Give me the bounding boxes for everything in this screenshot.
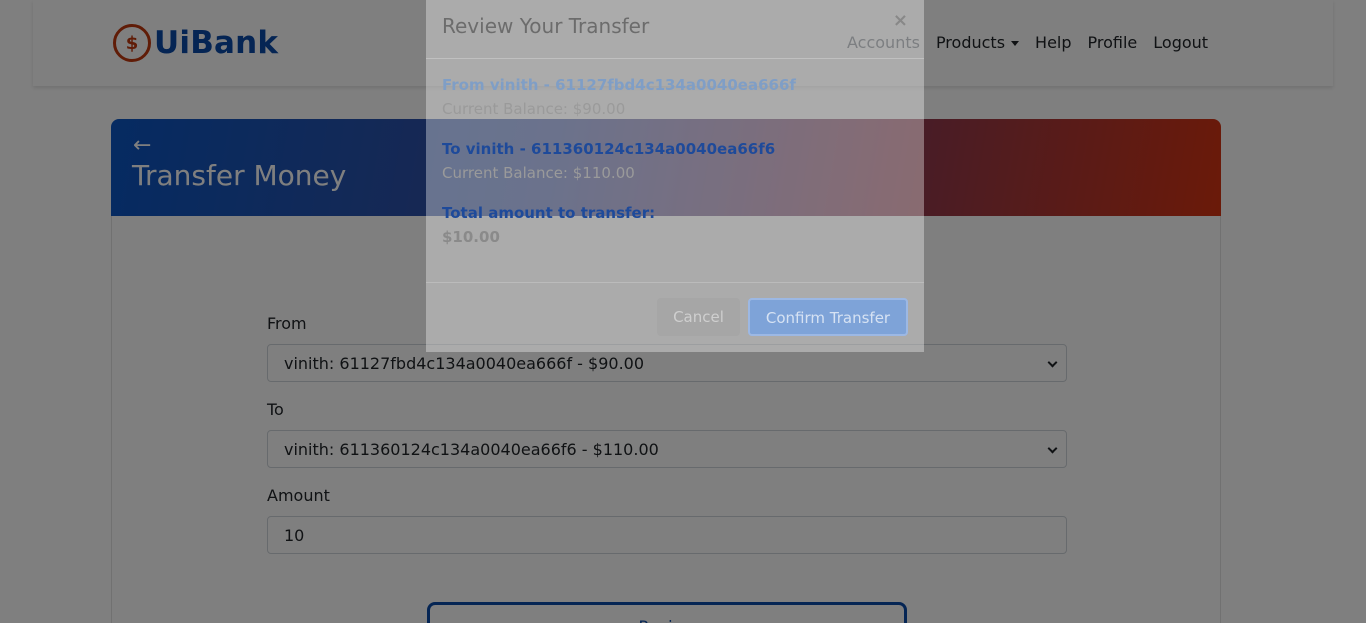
modal-from-account: From vinith - 61127fbd4c134a0040ea666f <box>442 76 796 94</box>
modal-footer-divider <box>426 282 924 283</box>
confirm-transfer-button[interactable]: Confirm Transfer <box>748 298 908 336</box>
modal-header-divider <box>426 58 924 59</box>
modal-to-balance: Current Balance: $110.00 <box>442 164 635 182</box>
cancel-button[interactable]: Cancel <box>657 298 740 336</box>
modal-total-label: Total amount to transfer: <box>442 204 656 222</box>
review-transfer-modal: Review Your Transfer × From vinith - 611… <box>426 0 924 352</box>
modal-total-value: $10.00 <box>442 228 500 246</box>
modal-from-balance: Current Balance: $90.00 <box>442 100 626 118</box>
modal-title: Review Your Transfer <box>442 14 650 38</box>
modal-to-account: To vinith - 611360124c134a0040ea66f6 <box>442 140 776 158</box>
close-icon[interactable]: × <box>893 10 908 31</box>
